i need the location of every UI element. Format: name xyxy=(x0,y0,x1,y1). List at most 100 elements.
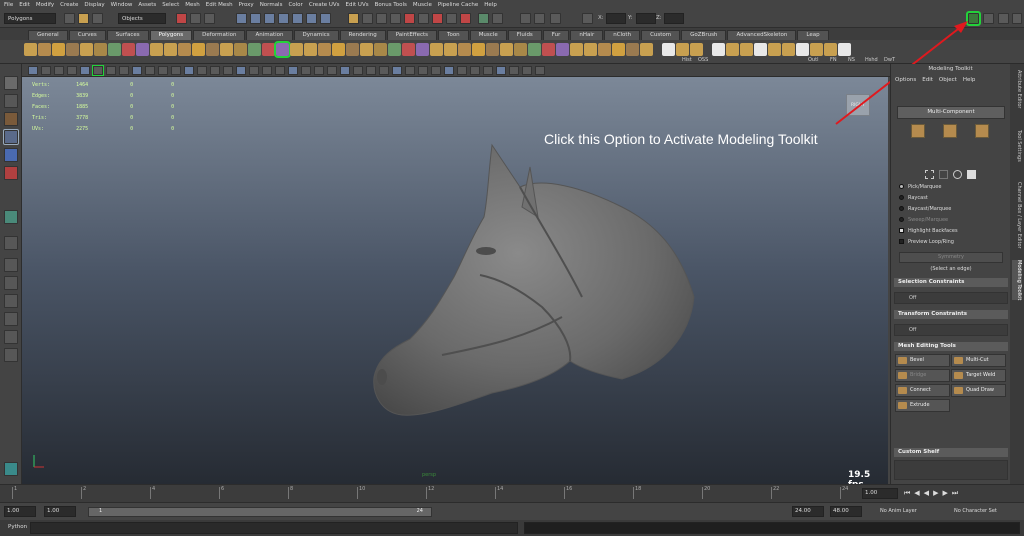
menu-item-assets[interactable]: Assets xyxy=(138,2,156,8)
shelf-tab-muscle[interactable]: Muscle xyxy=(469,30,507,40)
shelf-tool-icon[interactable] xyxy=(612,43,625,56)
menu-item-edit-uvs[interactable]: Edit UVs xyxy=(346,2,369,8)
panel-tool-icon[interactable] xyxy=(418,66,428,75)
last-tool-icon[interactable] xyxy=(4,210,18,224)
menu-item-edit-mesh[interactable]: Edit Mesh xyxy=(206,2,233,8)
shelf-tool-icon[interactable] xyxy=(690,43,703,56)
tool-extrude-button[interactable]: Extrude xyxy=(895,399,950,412)
time-slider[interactable]: 1.00 ⏮◀◀▶▶⏭ 1 2 4 6 8 10 12 14 16 18 20 22 24 xyxy=(0,484,1024,502)
shelf-tool-icon[interactable] xyxy=(598,43,611,56)
shelf-tool-icon[interactable] xyxy=(178,43,191,56)
shelf-tool-icon[interactable] xyxy=(796,43,809,56)
shelf-tab-ncloth[interactable]: nCloth xyxy=(604,30,641,40)
shelf-tool-icon[interactable] xyxy=(274,41,291,58)
select-option[interactable]: Highlight Backfaces xyxy=(899,228,958,234)
select-option[interactable]: Sweep/Marquee xyxy=(899,217,948,223)
shelf-tab-deformation[interactable]: Deformation xyxy=(193,30,246,40)
tool-target-weld-button[interactable]: Target Weld xyxy=(951,369,1006,382)
menu-item-create[interactable]: Create xyxy=(60,2,78,8)
shelf-tool-icon[interactable] xyxy=(726,43,739,56)
shelf-tab-painteffects[interactable]: PaintEffects xyxy=(386,30,438,40)
side-tab-tool-settings[interactable]: Tool Settings xyxy=(1012,130,1022,162)
layout-hypershade-icon[interactable] xyxy=(4,330,18,344)
shelf-tool-icon[interactable] xyxy=(164,43,177,56)
side-tab-channel-box-layer-editor[interactable]: Channel Box / Layer Editor xyxy=(1012,182,1022,249)
shelf-tool-icon[interactable] xyxy=(676,43,689,56)
hotkey-icon[interactable] xyxy=(460,13,471,24)
select-option[interactable]: Pick/Marquee xyxy=(899,184,941,190)
shelf-tool-icon[interactable] xyxy=(234,43,247,56)
input-line-icon[interactable] xyxy=(478,13,489,24)
panel-tool-icon[interactable] xyxy=(80,66,90,75)
transform-constraints-field[interactable]: Off xyxy=(894,324,1008,336)
symmetry-button[interactable]: Symmetry xyxy=(899,252,1003,263)
panel-tool-icon[interactable] xyxy=(92,65,104,76)
shelf-tool-icon[interactable] xyxy=(838,43,851,56)
perspective-viewport[interactable]: Verts: 1464 0 0 Edges: 3839 0 0 Faces: 1885 0 0 Tris… xyxy=(22,77,888,484)
shelf-tool-icon[interactable] xyxy=(38,43,51,56)
tool-bevel-button[interactable]: Bevel xyxy=(895,354,950,367)
relative-mode-icon[interactable] xyxy=(582,13,593,24)
marquee-select-icon[interactable] xyxy=(925,170,934,179)
shelf-tool-icon[interactable] xyxy=(500,43,513,56)
panel-tool-icon[interactable] xyxy=(119,66,129,75)
scale-tool-icon[interactable] xyxy=(4,166,18,180)
multi-component-button[interactable]: Multi-Component xyxy=(897,106,1005,119)
panel-tool-icon[interactable] xyxy=(509,66,519,75)
shelf-tool-icon[interactable] xyxy=(416,43,429,56)
tool-quad-draw-button[interactable]: Quad Draw xyxy=(951,384,1006,397)
side-tab-modeling-toolkit[interactable]: Modeling Toolkit xyxy=(1012,260,1022,301)
panel-tool-icon[interactable] xyxy=(28,66,38,75)
select-option[interactable]: Raycast/Marquee xyxy=(899,206,951,212)
start-time-field[interactable]: 1.00 xyxy=(4,506,36,517)
shelf-tab-gozbrush[interactable]: GoZBrush xyxy=(681,30,727,40)
view-cube[interactable]: RIGHT xyxy=(846,94,870,116)
menu-item-edit[interactable]: Edit xyxy=(19,2,30,8)
shelf-tool-icon[interactable] xyxy=(24,43,37,56)
end-time-field[interactable]: 48.00 xyxy=(830,506,862,517)
side-tab-attribute-editor[interactable]: Attribute Editor xyxy=(1012,70,1022,108)
shelf-tool-icon[interactable] xyxy=(640,43,653,56)
menu-item-create-uvs[interactable]: Create UVs xyxy=(309,2,340,8)
open-scene-icon[interactable] xyxy=(78,13,89,24)
panel-tool-icon[interactable] xyxy=(522,66,532,75)
menu-item-mesh[interactable]: Mesh xyxy=(185,2,199,8)
menu-set-dropdown[interactable]: Polygons xyxy=(4,13,56,24)
panel-tool-icon[interactable] xyxy=(314,66,324,75)
panel-tool-icon[interactable] xyxy=(483,66,493,75)
move-tool-icon[interactable] xyxy=(3,129,19,145)
shelf-tab-general[interactable]: General xyxy=(28,30,68,40)
select-option[interactable]: Preview Loop/Ring xyxy=(899,239,954,245)
panel-tool-icon[interactable] xyxy=(353,66,363,75)
shelf-tool-icon[interactable] xyxy=(150,43,163,56)
transform-constraints-header[interactable]: Transform Constraints xyxy=(894,310,1008,319)
custom-shelf-header[interactable]: Custom Shelf xyxy=(894,448,1008,457)
radio-icon[interactable] xyxy=(899,206,904,211)
radio-icon[interactable] xyxy=(899,239,904,244)
select-by-hierarchy-icon[interactable] xyxy=(176,13,187,24)
shelf-tab-nhair[interactable]: nHair xyxy=(570,30,604,40)
layout-two-icon[interactable] xyxy=(4,276,18,290)
menu-item-file[interactable]: File xyxy=(4,2,13,8)
selection-mode-dropdown[interactable]: Objects xyxy=(118,13,166,24)
panel-tool-icon[interactable] xyxy=(457,66,467,75)
script-editor-icon[interactable] xyxy=(446,13,457,24)
panel-tool-icon[interactable] xyxy=(41,66,51,75)
snap-extra-icon[interactable] xyxy=(320,13,331,24)
paint-select-icon[interactable] xyxy=(4,112,18,126)
radio-icon[interactable] xyxy=(899,217,904,222)
layout-four-icon[interactable] xyxy=(4,258,18,272)
save-scene-icon[interactable] xyxy=(92,13,103,24)
channel-icon[interactable] xyxy=(534,13,545,24)
panel-tool-icon[interactable] xyxy=(470,66,480,75)
radio-icon[interactable] xyxy=(899,228,904,233)
shelf-tool-icon[interactable] xyxy=(528,43,541,56)
shelf-tool-icon[interactable] xyxy=(570,43,583,56)
shelf-tab-fur[interactable]: Fur xyxy=(542,30,570,40)
shelf-tool-icon[interactable] xyxy=(768,43,781,56)
shelf-tab-animation[interactable]: Animation xyxy=(246,30,293,40)
layout-single-icon[interactable] xyxy=(4,236,18,250)
shelf-tool-icon[interactable] xyxy=(136,43,149,56)
panel-tool-icon[interactable] xyxy=(431,66,441,75)
tool-settings-toggle-icon[interactable] xyxy=(998,13,1009,24)
